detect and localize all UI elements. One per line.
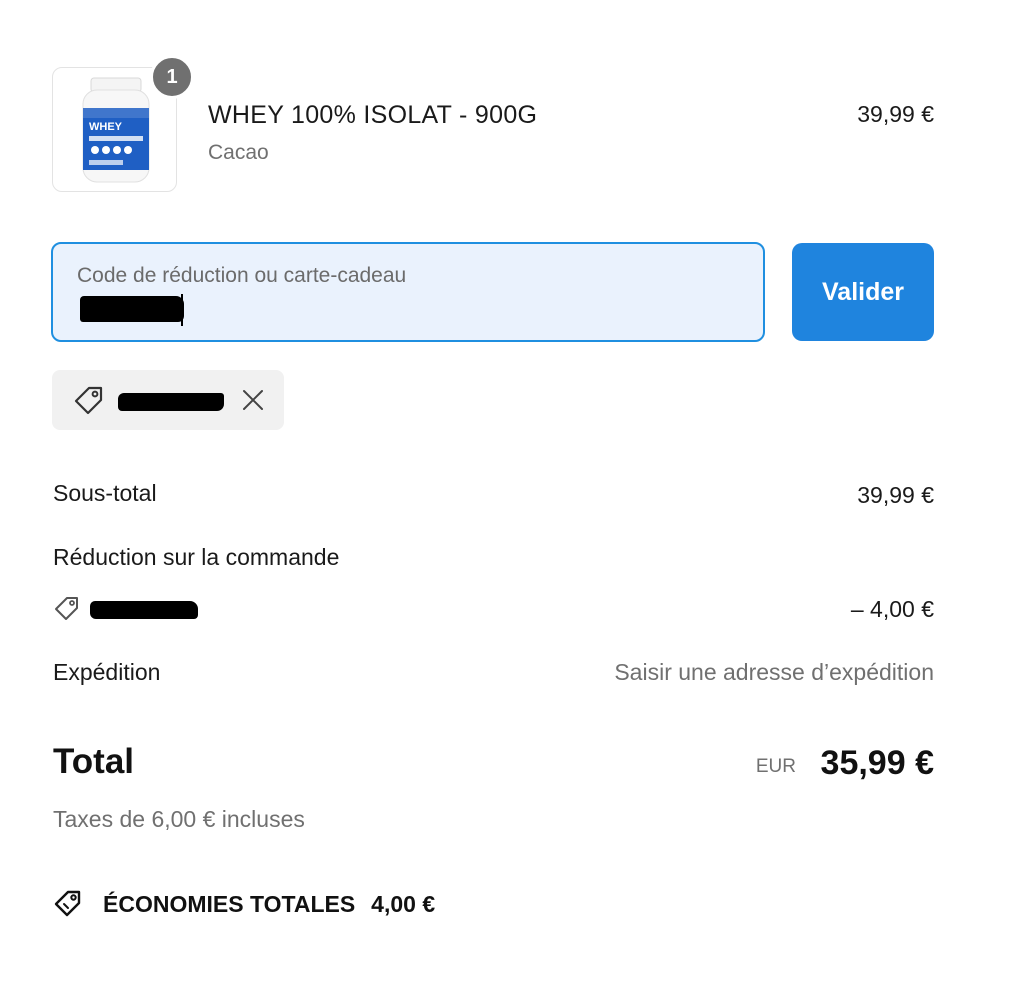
redacted-applied-code <box>118 393 224 411</box>
discount-code-placeholder: Code de réduction ou carte-cadeau <box>77 264 407 287</box>
applied-code-chip <box>52 370 284 430</box>
total-savings: ÉCONOMIES TOTALES 4,00 € <box>53 886 435 922</box>
text-caret <box>181 294 183 326</box>
taxes-included: Taxes de 6,00 € incluses <box>53 806 305 832</box>
subtotal-label: Sous-total <box>53 480 157 506</box>
order-discount-label: Réduction sur la commande <box>53 544 340 570</box>
product-price: 39,99 € <box>857 101 934 127</box>
discount-code-input[interactable]: Code de réduction ou carte-cadeau <box>51 242 765 342</box>
total-currency: EUR <box>755 756 796 777</box>
product-variant: Cacao <box>208 141 269 164</box>
total-value: 35,99 € <box>820 744 934 782</box>
tag-icon <box>55 597 78 620</box>
apply-code-button[interactable]: Valider <box>792 243 934 341</box>
shipping-label: Expédition <box>53 659 161 685</box>
redacted-discount-code <box>90 601 198 619</box>
product-name: WHEY 100% ISOLAT - 900G <box>208 101 538 129</box>
svg-text:WHEY: WHEY <box>89 121 123 133</box>
tag-icon <box>54 890 81 917</box>
total-savings-value: 4,00 € <box>371 890 436 917</box>
close-icon[interactable] <box>238 385 268 415</box>
tag-icon <box>74 386 103 415</box>
subtotal-value: 39,99 € <box>857 482 934 508</box>
quantity-badge: 1 <box>150 55 194 99</box>
total-savings-label: ÉCONOMIES TOTALES <box>103 890 356 917</box>
redacted-code-value <box>80 296 184 322</box>
line-item: WHEY 1 WHEY 100% ISOLAT - 900G Cacao 39,… <box>52 55 934 195</box>
order-discount-value: – 4,00 € <box>850 596 934 622</box>
order-summary: WHEY 1 WHEY 100% ISOLAT - 900G Cacao 39,… <box>0 0 1024 983</box>
shipping-value: Saisir une adresse d’expédition <box>614 659 934 685</box>
total-label: Total <box>53 742 135 781</box>
